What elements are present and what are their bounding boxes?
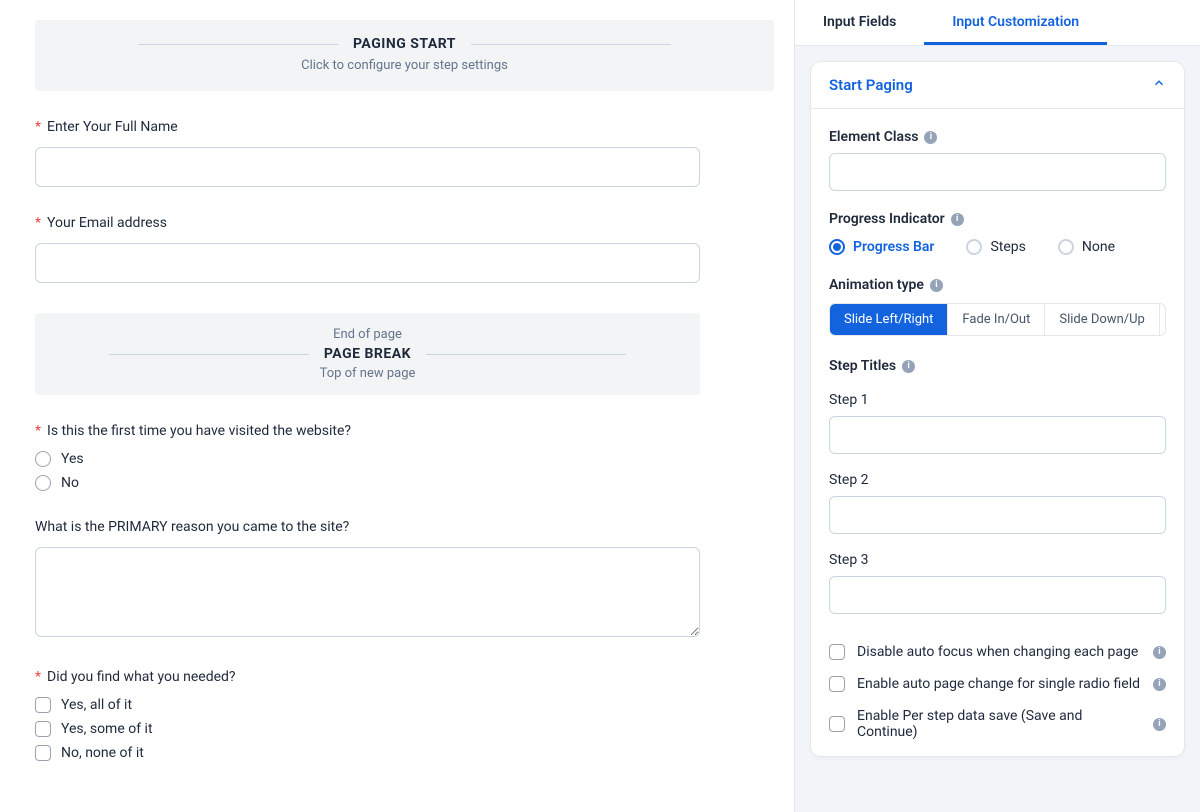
step2-input[interactable]: [829, 496, 1166, 534]
field-label: Your Email address: [47, 215, 167, 231]
step1-label: Step 1: [829, 392, 1166, 408]
animation-none[interactable]: None: [1160, 304, 1166, 335]
info-icon[interactable]: i: [930, 279, 943, 292]
info-icon[interactable]: i: [1153, 718, 1166, 731]
primary-reason-textarea[interactable]: [35, 547, 700, 637]
info-icon[interactable]: i: [951, 213, 964, 226]
step1-input[interactable]: [829, 416, 1166, 454]
field-email: * Your Email address: [35, 215, 700, 283]
email-input[interactable]: [35, 243, 700, 283]
field-full-name: * Enter Your Full Name: [35, 119, 700, 187]
animation-segment: Slide Left/Right Fade In/Out Slide Down/…: [829, 303, 1166, 336]
field-label: What is the PRIMARY reason you came to t…: [35, 519, 349, 535]
step3-input[interactable]: [829, 576, 1166, 614]
animation-fade[interactable]: Fade In/Out: [948, 304, 1045, 335]
required-asterisk: *: [35, 669, 41, 685]
field-label: Is this the first time you have visited …: [47, 423, 351, 439]
checkbox-disable-autofocus[interactable]: Disable auto focus when changing each pa…: [829, 644, 1166, 660]
info-icon[interactable]: i: [1153, 646, 1166, 659]
checkbox-label: Disable auto focus when changing each pa…: [857, 644, 1141, 660]
checkbox-auto-page-change[interactable]: Enable auto page change for single radio…: [829, 676, 1166, 692]
form-canvas: PAGING START Click to configure your ste…: [0, 0, 795, 812]
page-break-end: End of page: [75, 327, 660, 342]
info-icon[interactable]: i: [924, 131, 937, 144]
animation-slide-lr[interactable]: Slide Left/Right: [830, 304, 948, 335]
panel-title: Start Paging: [829, 76, 913, 94]
checkbox-label: Enable Per step data save (Save and Cont…: [857, 708, 1141, 740]
page-break-block[interactable]: End of page PAGE BREAK Top of new page: [35, 313, 700, 395]
radio-icon: [966, 239, 982, 255]
checkbox-input[interactable]: [829, 716, 845, 732]
paging-start-title: PAGING START: [353, 36, 456, 52]
tab-input-fields[interactable]: Input Fields: [795, 0, 924, 45]
tab-input-customization[interactable]: Input Customization: [924, 0, 1107, 45]
page-break-top: Top of new page: [75, 366, 660, 381]
element-class-label: Element Classi: [829, 129, 1166, 145]
checkbox-input[interactable]: [829, 676, 845, 692]
progress-option-bar[interactable]: Progress Bar: [829, 239, 934, 255]
option-label: Yes: [61, 451, 84, 467]
field-primary-reason: What is the PRIMARY reason you came to t…: [35, 519, 700, 641]
progress-indicator-label: Progress Indicatori: [829, 211, 1166, 227]
checkbox-input[interactable]: [829, 644, 845, 660]
radio-option[interactable]: Yes: [35, 451, 700, 467]
field-first-visit: * Is this the first time you have visited…: [35, 423, 700, 491]
option-label: No: [61, 475, 79, 491]
page-break-title: PAGE BREAK: [324, 346, 411, 362]
checkbox-option[interactable]: No, none of it: [35, 745, 700, 761]
required-asterisk: *: [35, 423, 41, 439]
animation-slide-du[interactable]: Slide Down/Up: [1045, 304, 1159, 335]
panel-header[interactable]: Start Paging: [811, 62, 1184, 109]
step-titles-label: Step Titlesi: [829, 358, 1166, 374]
radio-input[interactable]: [35, 451, 51, 467]
checkbox-label: Enable auto page change for single radio…: [857, 676, 1141, 692]
step3-label: Step 3: [829, 552, 1166, 568]
option-label: Yes, some of it: [61, 721, 153, 737]
option-label: Progress Bar: [853, 239, 934, 255]
checkbox-input[interactable]: [35, 745, 51, 761]
field-label: Enter Your Full Name: [47, 119, 178, 135]
field-label: Did you find what you needed?: [47, 669, 236, 685]
checkbox-per-step-save[interactable]: Enable Per step data save (Save and Cont…: [829, 708, 1166, 740]
radio-icon: [829, 239, 845, 255]
info-icon[interactable]: i: [902, 360, 915, 373]
chevron-up-icon: [1152, 76, 1166, 94]
option-label: No, none of it: [61, 745, 144, 761]
info-icon[interactable]: i: [1153, 678, 1166, 691]
progress-option-none[interactable]: None: [1058, 239, 1115, 255]
option-label: None: [1082, 239, 1115, 255]
start-paging-panel: Start Paging Element Classi Progress Ind…: [811, 62, 1184, 756]
sidebar-panel: Input Fields Input Customization Start P…: [795, 0, 1200, 812]
required-asterisk: *: [35, 119, 41, 135]
radio-icon: [1058, 239, 1074, 255]
sidebar-tabs: Input Fields Input Customization: [795, 0, 1200, 46]
progress-option-steps[interactable]: Steps: [966, 239, 1025, 255]
paging-start-subtitle: Click to configure your step settings: [75, 58, 734, 73]
animation-type-label: Animation typei: [829, 277, 1166, 293]
paging-start-block[interactable]: PAGING START Click to configure your ste…: [35, 20, 774, 91]
step2-label: Step 2: [829, 472, 1166, 488]
radio-input[interactable]: [35, 475, 51, 491]
required-asterisk: *: [35, 215, 41, 231]
option-label: Steps: [990, 239, 1025, 255]
checkbox-option[interactable]: Yes, all of it: [35, 697, 700, 713]
checkbox-input[interactable]: [35, 721, 51, 737]
name-input[interactable]: [35, 147, 700, 187]
element-class-input[interactable]: [829, 153, 1166, 191]
field-found: * Did you find what you needed? Yes, all …: [35, 669, 700, 761]
option-label: Yes, all of it: [61, 697, 132, 713]
checkbox-option[interactable]: Yes, some of it: [35, 721, 700, 737]
radio-option[interactable]: No: [35, 475, 700, 491]
checkbox-input[interactable]: [35, 697, 51, 713]
